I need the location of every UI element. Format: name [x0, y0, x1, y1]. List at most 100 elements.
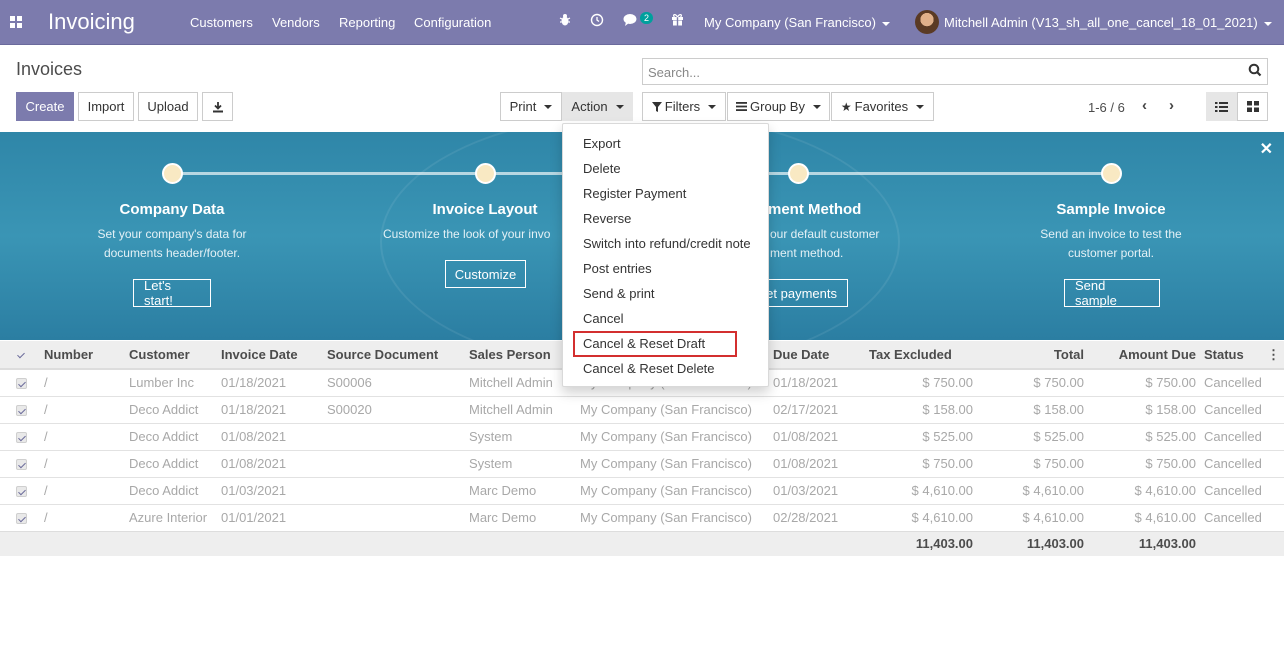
menu-customers[interactable]: Customers: [190, 15, 253, 30]
menu-item-register-payment[interactable]: Register Payment: [583, 186, 686, 201]
col-due-date[interactable]: Due Date: [769, 341, 865, 370]
menu-item-cancel-reset-delete[interactable]: Cancel & Reset Delete: [583, 361, 715, 376]
menu-item-post-entries[interactable]: Post entries: [583, 261, 652, 276]
menu-item-cancel[interactable]: Cancel: [583, 311, 623, 326]
select-all-checkbox[interactable]: [0, 341, 40, 370]
user-name: Mitchell Admin (V13_sh_all_one_cancel_18…: [944, 15, 1258, 30]
favorites-button[interactable]: ★ Favorites: [831, 92, 934, 121]
menu-item-delete[interactable]: Delete: [583, 161, 621, 176]
search-input[interactable]: Search...: [642, 58, 1268, 85]
menu-configuration[interactable]: Configuration: [414, 15, 491, 30]
menu-item-send-print[interactable]: Send & print: [583, 286, 655, 301]
menu-item-cancel-reset-draft[interactable]: Cancel & Reset Draft: [583, 336, 705, 351]
pager-value[interactable]: 1-6 / 6: [1088, 100, 1125, 115]
app-title[interactable]: Invoicing: [48, 9, 135, 35]
row-checkbox[interactable]: [0, 476, 40, 504]
cell-status: Cancelled: [1200, 368, 1284, 396]
step-dot: [162, 163, 183, 184]
cell-tax-excluded: $ 525.00: [865, 422, 977, 450]
cell-tax-excluded: $ 750.00: [865, 368, 977, 396]
col-source-document[interactable]: Source Document: [323, 341, 465, 370]
step-dot: [1101, 163, 1122, 184]
cell-customer: Deco Addict: [125, 449, 217, 477]
search-icon[interactable]: [1248, 63, 1262, 77]
bars-icon: [736, 102, 748, 111]
totals-row: 11,403.00 11,403.00 11,403.00: [0, 530, 1284, 556]
row-checkbox[interactable]: [0, 395, 40, 423]
chevron-right-icon[interactable]: ›: [1169, 97, 1174, 114]
chevron-down-icon: [916, 104, 925, 109]
row-checkbox[interactable]: [0, 368, 40, 396]
send-sample-button[interactable]: Send sample: [1064, 278, 1160, 308]
clock-icon[interactable]: [590, 13, 604, 30]
menu-reporting[interactable]: Reporting: [339, 15, 395, 30]
cell-number: /: [40, 476, 125, 504]
col-status[interactable]: Status ⋮: [1200, 341, 1284, 370]
chevron-left-icon[interactable]: ‹: [1142, 97, 1147, 114]
chevron-down-icon: [708, 104, 717, 109]
col-sales-person[interactable]: Sales Person: [465, 341, 576, 370]
top-navbar: Invoicing Customers Vendors Reporting Co…: [0, 0, 1284, 45]
action-button[interactable]: Action: [562, 92, 633, 121]
chat-icon[interactable]: [623, 13, 639, 30]
column-options-icon[interactable]: ⋮: [1267, 347, 1280, 363]
cell-tax-excluded: $ 158.00: [865, 395, 977, 423]
totals-empty-cell: [217, 530, 323, 556]
col-number[interactable]: Number: [40, 341, 125, 370]
totals-empty-cell: [40, 530, 125, 556]
table-row[interactable]: / Azure Interior 01/01/2021 Marc Demo My Com…: [0, 503, 1284, 531]
print-button[interactable]: Print: [500, 92, 562, 121]
create-button[interactable]: Create: [16, 92, 74, 121]
list-view-button[interactable]: [1206, 92, 1237, 121]
totals-empty-cell: [465, 530, 576, 556]
menu-item-export[interactable]: Export: [583, 136, 621, 151]
col-customer[interactable]: Customer: [125, 341, 217, 370]
cell-sales-person: Marc Demo: [465, 503, 576, 531]
filters-button[interactable]: Filters: [642, 92, 726, 121]
avatar[interactable]: [915, 10, 939, 34]
row-checkbox[interactable]: [0, 422, 40, 450]
table-row[interactable]: / Deco Addict 01/08/2021 System My Company (…: [0, 449, 1284, 477]
cell-sales-person: Mitchell Admin: [465, 368, 576, 396]
step-dot: [788, 163, 809, 184]
import-button[interactable]: Import: [78, 92, 134, 121]
cell-sales-person: Mitchell Admin: [465, 395, 576, 423]
kanban-view-button[interactable]: [1237, 92, 1268, 121]
cell-tax-excluded: $ 4,610.00: [865, 476, 977, 504]
step-dot: [475, 163, 496, 184]
user-menu[interactable]: Mitchell Admin (V13_sh_all_one_cancel_18…: [944, 15, 1272, 30]
cell-due-date: 02/17/2021: [769, 395, 865, 423]
row-checkbox[interactable]: [0, 503, 40, 531]
col-amount-due[interactable]: Amount Due: [1088, 341, 1200, 370]
cell-due-date: 01/03/2021: [769, 476, 865, 504]
table-row[interactable]: / Deco Addict 01/03/2021 Marc Demo My Compan…: [0, 476, 1284, 504]
row-checkbox[interactable]: [0, 449, 40, 477]
chevron-down-icon: [881, 21, 890, 26]
chevron-down-icon: [1263, 21, 1272, 26]
page-title: Invoices: [16, 59, 83, 79]
menu-item-reverse[interactable]: Reverse: [583, 211, 631, 226]
bug-icon[interactable]: [559, 13, 571, 29]
col-total[interactable]: Total: [977, 341, 1088, 370]
close-icon[interactable]: ✕: [1260, 139, 1273, 159]
table-row[interactable]: / Deco Addict 01/08/2021 System My Company (…: [0, 422, 1284, 450]
col-invoice-date[interactable]: Invoice Date: [217, 341, 323, 370]
action-dropdown-menu: Export Delete Register Payment Reverse Switc…: [562, 123, 769, 387]
col-tax-excluded[interactable]: Tax Excluded: [865, 341, 977, 370]
gift-icon[interactable]: [671, 13, 684, 29]
cell-company: My Company (San Francisco): [576, 476, 769, 504]
download-button[interactable]: [202, 92, 233, 121]
cell-status: Cancelled: [1200, 395, 1284, 423]
totals-empty-cell: [576, 530, 769, 556]
menu-item-switch-into-refund-credit-note[interactable]: Switch into refund/credit note: [583, 236, 751, 251]
lets-start-button[interactable]: Let's start!: [133, 278, 211, 308]
apps-icon[interactable]: [10, 16, 22, 28]
upload-button[interactable]: Upload: [138, 92, 198, 121]
table-row[interactable]: / Deco Addict 01/18/2021 S00020 Mitchell Adm…: [0, 395, 1284, 423]
menu-vendors[interactable]: Vendors: [272, 15, 320, 30]
customize-button[interactable]: Customize: [445, 260, 526, 288]
company-switcher[interactable]: My Company (San Francisco): [704, 15, 890, 30]
cell-sales-person: System: [465, 422, 576, 450]
group-by-button[interactable]: Group By: [727, 92, 830, 121]
totals-empty-cell: [0, 530, 40, 556]
